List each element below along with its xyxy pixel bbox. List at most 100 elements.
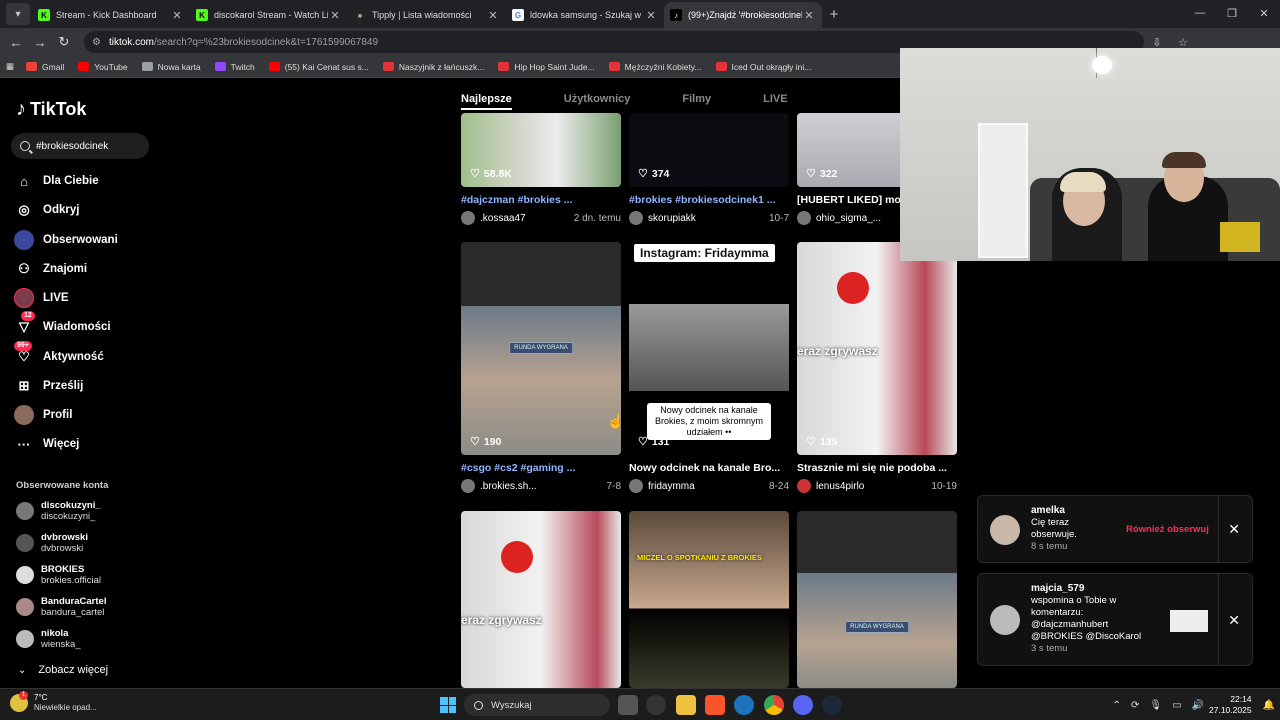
- tab-filmy[interactable]: Filmy: [682, 93, 711, 110]
- close-tab-icon[interactable]: ✕: [486, 9, 500, 22]
- minimize-icon[interactable]: —: [1184, 0, 1216, 26]
- tab-uzytkownicy[interactable]: Użytkownicy: [564, 93, 631, 110]
- chevron-up-icon[interactable]: ⌃: [1113, 700, 1121, 711]
- video-author[interactable]: .brokies.sh...: [480, 481, 607, 492]
- bookmark-item[interactable]: Iced Out okrągły ini...: [715, 62, 811, 72]
- browser-tab[interactable]: » Tipply | Lista wiadomości ✕: [348, 2, 506, 28]
- video-thumbnail[interactable]: ♡ 374: [629, 113, 789, 187]
- video-card[interactable]: RUNDA WYGRANA: [797, 511, 957, 688]
- install-app-icon[interactable]: ⇩: [1144, 36, 1170, 49]
- bookmark-item[interactable]: Mężczyźni Kobiety...: [608, 62, 702, 72]
- video-thumbnail[interactable]: Instagram: Fridaymma Nowy odcinek na kan…: [629, 242, 789, 455]
- forward-icon[interactable]: →: [28, 35, 52, 50]
- close-tab-icon[interactable]: ✕: [802, 9, 816, 22]
- video-card[interactable]: eraz zgrywasz: [461, 511, 621, 688]
- windows-start-icon[interactable]: [440, 697, 456, 713]
- following-account[interactable]: BanduraCartel bandura_cartel: [16, 594, 106, 620]
- video-thumbnail[interactable]: ♡ 58.8K: [461, 113, 621, 187]
- apps-icon[interactable]: ▦: [6, 61, 14, 72]
- nav-item-live[interactable]: LIVE: [14, 286, 69, 310]
- app-icon[interactable]: [646, 695, 666, 715]
- nav-item-przeslij[interactable]: ⊞ Prześlij: [14, 374, 84, 398]
- steam-icon[interactable]: [822, 695, 842, 715]
- video-card[interactable]: eraz zgrywasz ♡ 135 Strasznie mi się nie …: [797, 242, 957, 493]
- bookmark-star-icon[interactable]: ☆: [1170, 36, 1196, 49]
- video-thumbnail[interactable]: eraz zgrywasz: [461, 511, 621, 688]
- following-account[interactable]: discokuzyni_ discokuzyni_: [16, 498, 101, 524]
- reload-icon[interactable]: ↻: [52, 34, 76, 50]
- nav-item-aktywnosc[interactable]: ♡ 99+ Aktywność: [14, 341, 104, 369]
- brave-icon[interactable]: [705, 695, 725, 715]
- video-card[interactable]: Instagram: Fridaymma Nowy odcinek na kan…: [629, 242, 789, 493]
- tab-live[interactable]: LIVE: [763, 93, 787, 110]
- nav-item-odkryj[interactable]: ◎ Odkryj: [14, 198, 79, 222]
- file-explorer-icon[interactable]: [676, 695, 696, 715]
- browser-tab[interactable]: K Stream - Kick Dashboard ✕: [32, 2, 190, 28]
- video-caption[interactable]: Nowy odcinek na kanale Bro...: [629, 462, 789, 474]
- video-card[interactable]: RUNDA WYGRANA ♡ 190 #csgo #cs2 #gaming ..…: [461, 242, 621, 493]
- mention-notification[interactable]: majcia_579 wspomina o Tobie w komentarzu…: [977, 573, 1253, 666]
- microphone-icon[interactable]: 🎙: [1149, 700, 1162, 711]
- bookmark-item[interactable]: Nowa karta: [141, 62, 201, 72]
- close-window-icon[interactable]: ✕: [1248, 0, 1280, 26]
- video-author[interactable]: fridaymma: [648, 481, 769, 492]
- see-more-button[interactable]: ⌄ Zobacz więcej: [18, 664, 108, 676]
- video-caption[interactable]: Strasznie mi się nie podoba ...: [797, 462, 957, 474]
- weather-widget[interactable]: 1 7°C Niewielkie opad...: [10, 691, 97, 713]
- tiktok-logo[interactable]: ♪ TikTok: [16, 98, 86, 121]
- video-card[interactable]: MICZEL O SPOTKANIU Z BROKIES: [629, 511, 789, 688]
- browser-tab[interactable]: K discokarol Stream - Watch Live ✕: [190, 2, 348, 28]
- close-icon[interactable]: ✕: [1228, 612, 1240, 629]
- bookmark-item[interactable]: (55) Kai Cenat sus s...: [268, 62, 369, 72]
- close-icon[interactable]: ✕: [1228, 521, 1240, 538]
- video-card[interactable]: ♡ 58.8K #dajczman #brokies ... .kossaa47 2…: [461, 113, 621, 225]
- video-author[interactable]: .kossaa47: [480, 213, 574, 224]
- network-icon[interactable]: ▭: [1172, 700, 1181, 711]
- task-view-icon[interactable]: [618, 695, 638, 715]
- video-author[interactable]: lenus4pirlo: [816, 481, 931, 492]
- site-info-icon[interactable]: ⚙: [92, 37, 101, 48]
- nav-item-obserwowani[interactable]: Obserwowani: [14, 228, 118, 252]
- close-tab-icon[interactable]: ✕: [170, 9, 184, 22]
- video-caption[interactable]: #csgo #cs2 #gaming ...: [461, 462, 621, 474]
- bookmark-item[interactable]: Hip Hop Saint Jude...: [498, 62, 595, 72]
- taskbar-search-input[interactable]: Wyszukaj: [464, 694, 610, 716]
- following-account[interactable]: BROKIES brokies.official: [16, 562, 101, 588]
- video-caption[interactable]: #brokies #brokiesodcinek1 ...: [629, 194, 789, 206]
- tab-search-button[interactable]: ▾: [6, 3, 30, 25]
- bookmark-item[interactable]: Gmail: [26, 62, 64, 72]
- close-tab-icon[interactable]: ✕: [328, 9, 342, 22]
- notifications-icon[interactable]: 🔔: [1263, 700, 1275, 711]
- video-author[interactable]: skorupiakk: [648, 213, 769, 224]
- chrome-icon[interactable]: [764, 695, 784, 715]
- bookmark-item[interactable]: Twitch: [214, 62, 255, 72]
- close-tab-icon[interactable]: ✕: [644, 9, 658, 22]
- video-thumbnail[interactable]: RUNDA WYGRANA ♡ 190: [461, 242, 621, 455]
- nav-item-wiadomosci[interactable]: ▽ 12 Wiadomości: [14, 311, 111, 339]
- nav-item-znajomi[interactable]: ⚇ Znajomi: [14, 257, 87, 281]
- video-thumbnail[interactable]: MICZEL O SPOTKANIU Z BROKIES: [629, 511, 789, 688]
- video-thumbnail[interactable]: eraz zgrywasz ♡ 135: [797, 242, 957, 455]
- clock[interactable]: 22:14 27.10.2025: [1209, 694, 1252, 716]
- bookmark-item[interactable]: YouTube: [78, 62, 128, 72]
- maximize-icon[interactable]: ❐: [1216, 0, 1248, 26]
- tab-najlepsze[interactable]: Najlepsze: [461, 93, 512, 110]
- sync-icon[interactable]: ⟳: [1131, 700, 1139, 711]
- following-account[interactable]: nikola wienska_: [16, 626, 81, 652]
- back-icon[interactable]: ←: [4, 35, 28, 50]
- browser-tab-active[interactable]: ♪ (99+)Znajdź '#brokiesodcinek' ✕: [664, 2, 822, 28]
- follow-back-button[interactable]: Również obserwuj: [1126, 524, 1209, 535]
- nav-item-dla-ciebie[interactable]: ⌂ Dla Ciebie: [14, 169, 99, 193]
- volume-icon[interactable]: 🔊: [1192, 700, 1204, 711]
- search-input[interactable]: #brokiesodcinek: [11, 133, 149, 159]
- follow-notification[interactable]: amelka Cię teraz obserwuje. 8 s temu Rów…: [977, 495, 1253, 563]
- nav-item-wiecej[interactable]: ··· Więcej: [14, 432, 80, 456]
- following-account[interactable]: dvbrowski dvbrowski: [16, 530, 88, 556]
- video-card[interactable]: ♡ 374 #brokies #brokiesodcinek1 ... skoru…: [629, 113, 789, 225]
- discord-icon[interactable]: [793, 695, 813, 715]
- new-tab-button[interactable]: +: [822, 6, 846, 23]
- video-thumbnail[interactable]: RUNDA WYGRANA: [797, 511, 957, 688]
- video-caption[interactable]: #dajczman #brokies ...: [461, 194, 621, 206]
- bookmark-item[interactable]: Naszyjnik z łańcuszk...: [382, 62, 484, 72]
- ccleaner-icon[interactable]: [734, 695, 754, 715]
